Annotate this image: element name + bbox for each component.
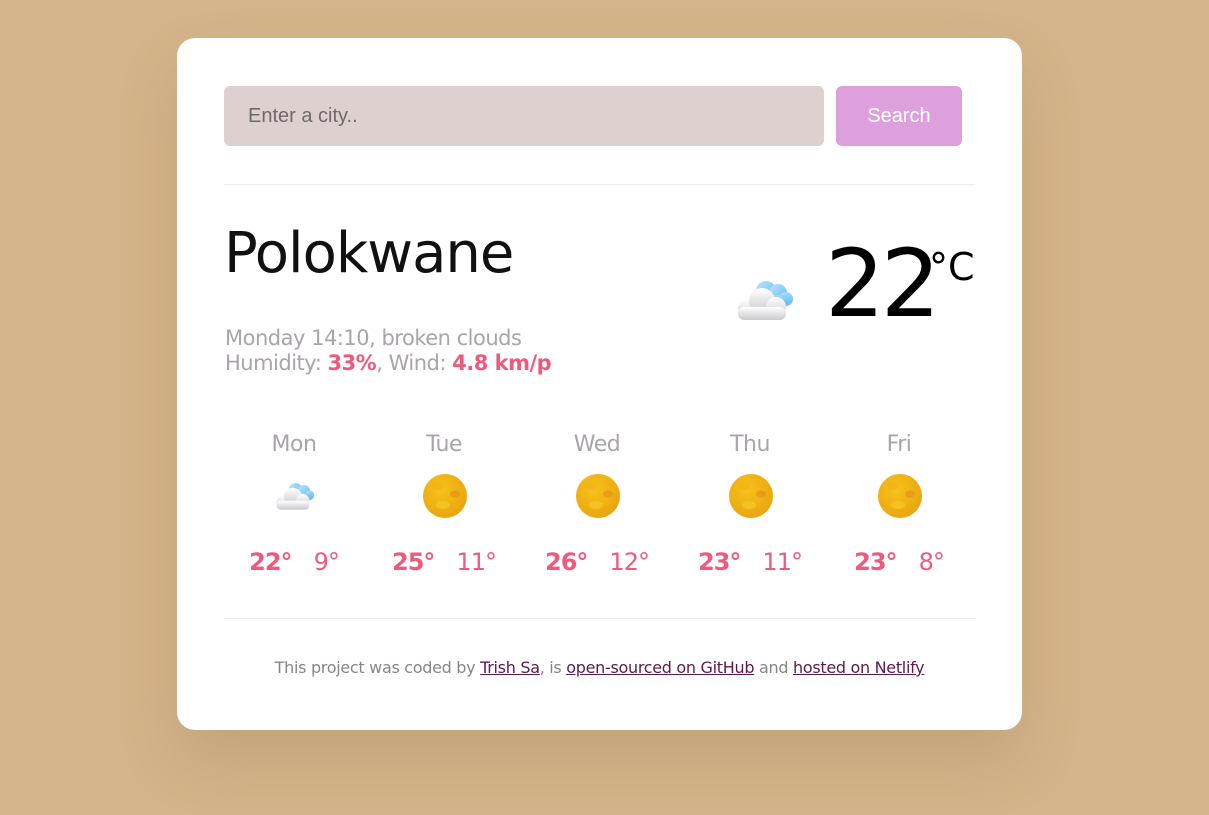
forecast-day-name: Mon — [271, 432, 317, 457]
date-description-line: Monday 14:10, broken clouds — [225, 326, 522, 350]
author-link[interactable]: Trish Sa — [480, 658, 540, 677]
city-search-input[interactable] — [224, 86, 824, 146]
forecast-temps: 23° 8° — [829, 548, 969, 576]
forecast-min: 9° — [313, 548, 340, 576]
broken-clouds-icon — [276, 482, 315, 510]
forecast-day: Thu 23° 11° — [680, 428, 820, 588]
wind-label: Wind: — [388, 351, 447, 375]
netlify-link[interactable]: hosted on Netlify — [793, 658, 925, 677]
forecast-max: 25° — [392, 548, 435, 576]
github-link[interactable]: open-sourced on GitHub — [566, 658, 754, 677]
footer: This project was coded by Trish Sa, is o… — [177, 658, 1022, 677]
forecast-temps: 26° 12° — [527, 548, 667, 576]
forecast-min: 8° — [918, 548, 945, 576]
forecast-temps: 22° 9° — [224, 548, 364, 576]
weather-description: broken clouds — [381, 326, 522, 350]
forecast: Mon 22° 9° Tue 25° 11° Wed 26° 12° Thu 2… — [224, 428, 975, 588]
top-divider — [224, 184, 975, 185]
current-details: Monday 14:10, broken clouds Humidity: 33… — [225, 326, 552, 376]
sun-icon — [729, 474, 773, 518]
sun-icon — [878, 474, 922, 518]
wind-value: 4.8 km/p — [452, 351, 552, 375]
forecast-temps: 25° 11° — [374, 548, 514, 576]
forecast-max: 23° — [854, 548, 897, 576]
humidity-label: Humidity: — [225, 351, 322, 375]
forecast-day: Wed 26° 12° — [527, 428, 667, 588]
footer-middle-1: , is — [539, 658, 567, 677]
humidity-wind-line: Humidity: 33%, Wind: 4.8 km/p — [225, 351, 552, 375]
humidity-value: 33% — [327, 351, 377, 375]
forecast-day-name: Tue — [425, 432, 463, 457]
forecast-day-name: Wed — [573, 432, 621, 457]
forecast-day-name: Thu — [730, 432, 770, 457]
sun-icon — [576, 474, 620, 518]
forecast-temps: 23° 11° — [680, 548, 820, 576]
current-temperature: 22 — [825, 230, 941, 339]
weather-card: Search Polokwane Monday 14:10, broken cl… — [177, 38, 1022, 730]
sun-icon — [423, 474, 467, 518]
search-form: Search — [224, 86, 962, 146]
forecast-max: 26° — [545, 548, 588, 576]
forecast-max: 22° — [249, 548, 292, 576]
forecast-day: Fri 23° 8° — [829, 428, 969, 588]
footer-prefix: This project was coded by — [274, 658, 481, 677]
forecast-min: 11° — [456, 548, 497, 576]
city-name: Polokwane — [224, 221, 514, 286]
bottom-divider — [224, 618, 975, 619]
footer-middle-2: and — [754, 658, 793, 677]
forecast-day-name: Fri — [886, 432, 912, 457]
forecast-min: 11° — [762, 548, 803, 576]
search-button[interactable]: Search — [836, 86, 962, 146]
broken-clouds-icon — [738, 281, 793, 320]
forecast-min: 12° — [609, 548, 650, 576]
day-time: Monday 14:10 — [225, 326, 370, 350]
forecast-day: Tue 25° 11° — [374, 428, 514, 588]
temperature-unit: °C — [929, 245, 975, 289]
forecast-day: Mon 22° 9° — [224, 428, 364, 588]
forecast-max: 23° — [698, 548, 741, 576]
